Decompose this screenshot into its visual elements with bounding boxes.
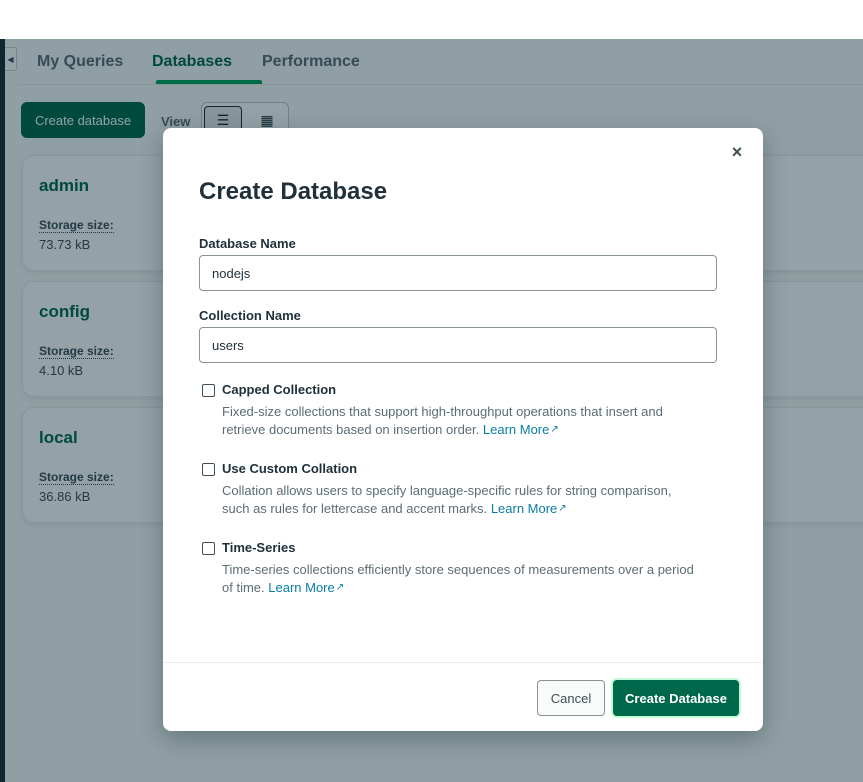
custom-collation-checkbox[interactable] <box>202 463 215 476</box>
learn-more-link[interactable]: Learn More↗ <box>483 422 559 437</box>
learn-more-label: Learn More <box>482 422 550 437</box>
learn-more-link[interactable]: Learn More↗ <box>268 580 344 595</box>
cancel-button[interactable]: Cancel <box>537 680 605 716</box>
database-name-input[interactable] <box>199 255 717 291</box>
time-series-title[interactable]: Time-Series <box>222 540 295 555</box>
time-series-checkbox[interactable] <box>202 542 215 555</box>
capped-collection-description: Fixed-size collections that support high… <box>222 403 722 439</box>
top-blank-strip <box>0 0 863 39</box>
description-line: Collation allows users to specify langua… <box>222 483 672 498</box>
learn-more-label: Learn More <box>490 501 558 516</box>
capped-collection-title[interactable]: Capped Collection <box>222 382 336 397</box>
description-line: Time-series collections efficiently stor… <box>222 562 694 577</box>
external-link-icon: ↗ <box>550 424 559 435</box>
custom-collation-title[interactable]: Use Custom Collation <box>222 461 357 476</box>
learn-more-label: Learn More <box>268 580 335 595</box>
close-button[interactable]: × <box>727 142 747 162</box>
description-line: Fixed-size collections that support high… <box>222 404 663 419</box>
collection-name-label: Collection Name <box>199 308 301 323</box>
create-database-submit-button[interactable]: Create Database <box>613 680 739 716</box>
create-database-modal: × Create Database Database Name Collecti… <box>163 128 763 731</box>
learn-more-link[interactable]: Learn More↗ <box>491 501 567 516</box>
description-line: such as rules for lettercase and accent … <box>222 501 488 516</box>
modal-footer: Cancel Create Database <box>163 662 763 731</box>
modal-title: Create Database <box>199 178 388 205</box>
capped-collection-checkbox[interactable] <box>202 384 215 397</box>
description-line: of time. <box>222 580 265 595</box>
external-link-icon: ↗ <box>558 503 567 514</box>
description-line: retrieve documents based on insertion or… <box>222 422 480 437</box>
collection-name-input[interactable] <box>199 327 717 363</box>
time-series-description: Time-series collections efficiently stor… <box>222 561 722 597</box>
external-link-icon: ↗ <box>335 582 345 593</box>
database-name-label: Database Name <box>199 236 296 251</box>
close-icon: × <box>731 141 743 162</box>
custom-collation-description: Collation allows users to specify langua… <box>222 482 722 518</box>
